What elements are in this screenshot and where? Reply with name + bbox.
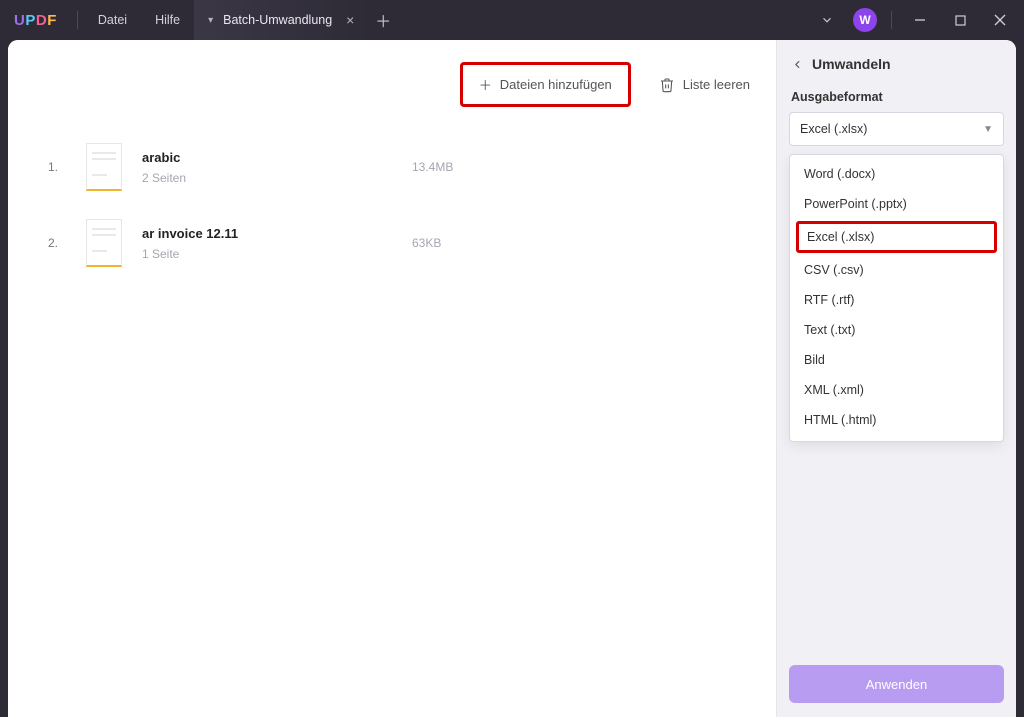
window-minimize-button[interactable] [902,0,938,40]
output-format-label: Ausgabeformat [777,80,1016,112]
format-option[interactable]: HTML (.html) [790,405,1003,435]
file-thumbnail [86,143,122,191]
format-option[interactable]: XML (.xml) [790,375,1003,405]
tab-close-icon[interactable]: × [342,12,358,28]
file-pages: 1 Seite [142,247,392,261]
file-size: 13.4MB [412,160,453,174]
user-avatar[interactable]: W [853,8,877,32]
file-size: 63KB [412,236,441,250]
format-option[interactable]: Excel (.xlsx) [796,221,997,253]
sidebar-title: Umwandeln [812,56,891,72]
sidebar: Umwandeln Ausgabeformat Excel (.xlsx) ▼ … [776,40,1016,717]
file-pages: 2 Seiten [142,171,392,185]
trash-icon [659,77,675,93]
tab-menu-caret-icon[interactable]: ▾ [208,15,213,26]
menu-file[interactable]: Datei [84,0,141,40]
plus-icon: ＋ [479,75,492,94]
titlebar-right: W [809,0,1024,40]
main-panel: ＋ Dateien hinzufügen Liste leeren 1. arab… [8,40,776,717]
app-logo: UPDF [0,12,71,29]
apply-button[interactable]: Anwenden [789,665,1004,703]
file-row[interactable]: 2. ar invoice 12.11 1 Seite 63KB [48,205,758,281]
output-format-dropdown: Word (.docx)PowerPoint (.pptx)Excel (.xl… [789,154,1004,442]
format-option[interactable]: Word (.docx) [790,159,1003,189]
file-number: 2. [48,236,66,250]
clear-list-label: Liste leeren [683,77,750,92]
chevron-down-icon: ▼ [983,124,993,135]
format-option[interactable]: CSV (.csv) [790,255,1003,285]
output-format-value: Excel (.xlsx) [800,122,867,136]
format-option[interactable]: Bild [790,345,1003,375]
file-meta: ar invoice 12.11 1 Seite [142,226,392,261]
dropdown-caret-icon[interactable] [809,0,845,40]
format-option[interactable]: RTF (.rtf) [790,285,1003,315]
separator [891,11,892,29]
file-list: 1. arabic 2 Seiten 13.4MB 2. ar invoice 12.11… [48,129,758,281]
file-name: ar invoice 12.11 [142,226,392,241]
main-toolbar: ＋ Dateien hinzufügen Liste leeren [48,60,758,129]
titlebar: UPDF Datei Hilfe ▾ Batch-Umwandlung × ＋ … [0,0,1024,40]
file-meta: arabic 2 Seiten [142,150,392,185]
separator [77,11,78,29]
add-files-label: Dateien hinzufügen [500,77,612,92]
tab-label: Batch-Umwandlung [223,13,332,27]
window-close-button[interactable] [982,0,1018,40]
format-option[interactable]: Text (.txt) [790,315,1003,345]
tab-batch-convert[interactable]: ▾ Batch-Umwandlung × [194,0,368,40]
back-icon[interactable] [791,58,804,71]
file-name: arabic [142,150,392,165]
add-files-button[interactable]: ＋ Dateien hinzufügen [460,62,631,107]
menu-help[interactable]: Hilfe [141,0,194,40]
tab-add-button[interactable]: ＋ [368,8,398,32]
window-maximize-button[interactable] [942,0,978,40]
file-thumbnail [86,219,122,267]
file-row[interactable]: 1. arabic 2 Seiten 13.4MB [48,129,758,205]
clear-list-button[interactable]: Liste leeren [659,77,758,93]
file-number: 1. [48,160,66,174]
output-format-select[interactable]: Excel (.xlsx) ▼ [789,112,1004,146]
workspace: ＋ Dateien hinzufügen Liste leeren 1. arab… [8,40,1016,717]
sidebar-header: Umwandeln [777,40,1016,80]
format-option[interactable]: PowerPoint (.pptx) [790,189,1003,219]
